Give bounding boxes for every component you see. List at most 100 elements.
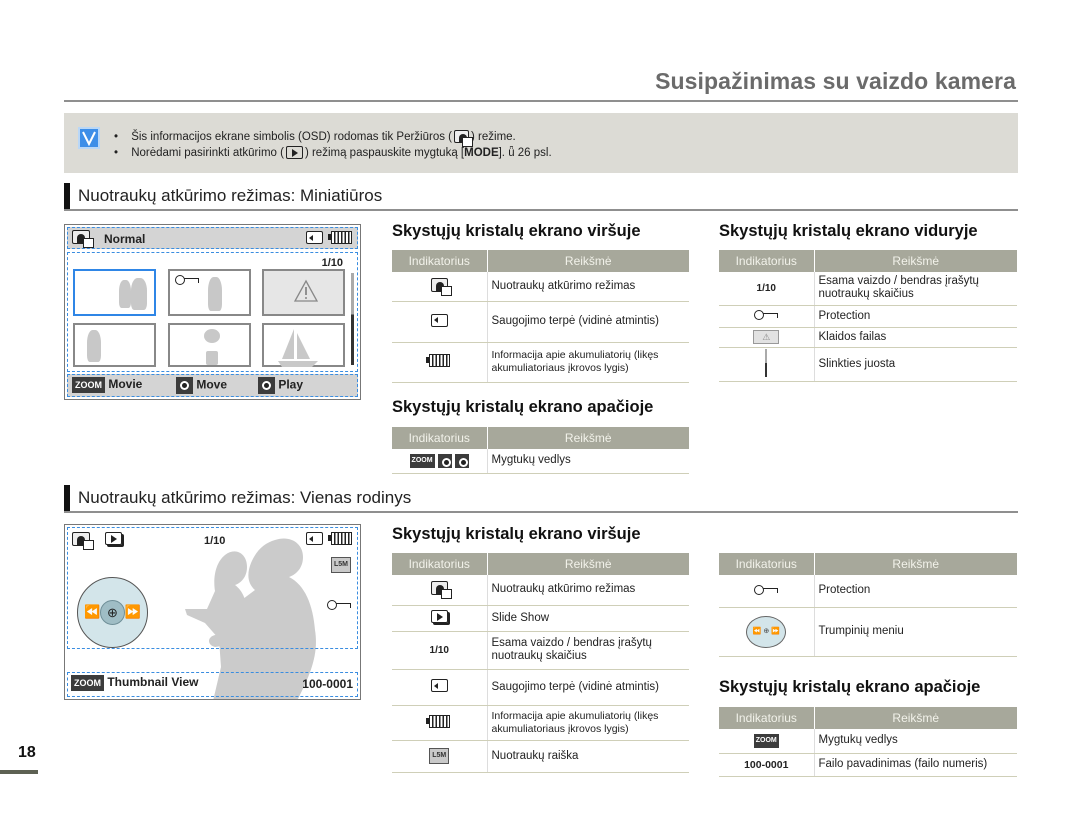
note-item: Šis informacijos ekrane simbolis (OSD) r…: [114, 129, 552, 148]
table-row: Nuotraukų atkūrimo režimas: [392, 272, 689, 302]
warning-icon: ⚠: [753, 330, 780, 344]
thumbnail[interactable]: [73, 269, 156, 316]
lcd-top-bar: Normal: [67, 227, 358, 249]
table-row: Saugojimo terpė (vidinė atmintis): [392, 301, 689, 343]
lcd-middle-area: 1/10: [67, 252, 358, 372]
table-row: ZOOM Mygtukų vedlys: [392, 449, 689, 474]
storage-card-icon: [306, 532, 323, 545]
thumbnail[interactable]: [262, 323, 345, 367]
zoom-button-icon: ZOOM: [72, 377, 105, 393]
page-title: Susipažinimas su vaizdo kamera: [655, 68, 1016, 94]
key-icon: [327, 600, 351, 610]
file-number: 100-0001: [302, 677, 353, 691]
table-row: 1/10 Esama vaizdo / bendras įrašytų nuotr…: [392, 631, 689, 670]
subheading-bottom: Skystųjų kristalų ekrano apačioje: [719, 678, 981, 696]
scrollbar-icon: [765, 348, 768, 377]
fast-forward-icon[interactable]: ⏩: [125, 604, 141, 620]
subheading-top: Skystųjų kristalų ekrano viršuje: [392, 525, 641, 543]
note-list: Šis informacijos ekrane simbolis (OSD) r…: [114, 129, 552, 161]
table-row: Informacija apie akumuliatorių (likęs ak…: [392, 705, 689, 741]
photo-playback-icon: [72, 532, 94, 550]
indicator-table-bottom: Indikatorius Reikšmė ZOOM Mygtukų vedlys 1…: [719, 707, 1017, 777]
subheading-middle: Skystųjų kristalų ekrano viduryje: [719, 222, 978, 240]
section-divider: [64, 511, 1018, 513]
indicator-table-top: Indikatorius Reikšmė Nuotraukų atkūrimo r…: [392, 553, 689, 773]
shortcut-dial[interactable]: ⏪ ⊕ ⏩: [77, 577, 148, 648]
lcd-top-area: 1/10 L5M ⏪ ⊕ ⏩: [67, 527, 358, 649]
zoom-button-icon: ZOOM: [753, 733, 779, 748]
table-row: ZOOM Mygtukų vedlys: [719, 729, 1017, 754]
table-row: 1/10 Esama vaizdo / bendras įrašytų nuotr…: [719, 272, 1017, 306]
subheading-bottom: Skystųjų kristalų ekrano apačioje: [392, 398, 654, 416]
resolution-icon: L5M: [429, 748, 450, 764]
zoom-button-icon: ZOOM: [409, 453, 435, 468]
zoom-in-icon[interactable]: ⊕: [100, 600, 125, 625]
resolution-icon: L5M: [331, 557, 351, 573]
battery-icon: [425, 354, 450, 367]
indicator-table-bottom: Indikatorius Reikšmė ZOOM Mygtukų vedlys: [392, 427, 689, 474]
image-counter: 1/10: [204, 535, 226, 547]
thumbnail[interactable]: [262, 269, 345, 316]
indicator-table-middle: Indikatorius Reikšmė 1/10 Esama vaizdo / b…: [719, 250, 1017, 382]
slideshow-icon: [430, 610, 448, 623]
key-icon: [754, 584, 779, 595]
table-row: Protection: [719, 575, 1017, 608]
table-row: ⏪ ⊕ ⏩ Trumpinių meniu: [719, 607, 1017, 657]
key-icon: [754, 310, 779, 320]
thumbnail[interactable]: [168, 269, 251, 316]
section-divider: [64, 209, 1018, 211]
lcd-bottom-bar: ZOOM Thumbnail View 100-0001: [67, 672, 358, 697]
table-row: 100-0001 Failo pavadinimas (failo numeris…: [719, 753, 1017, 777]
heading-bar: [64, 183, 70, 209]
guide-movie: ZOOM Movie: [72, 377, 142, 393]
table-row: Slide Show: [392, 605, 689, 632]
zoom-button-icon: ZOOM: [71, 675, 104, 691]
nav-play-icon: [454, 453, 469, 468]
table-row: Protection: [719, 305, 1017, 328]
guide-play: Play: [258, 377, 303, 394]
page-number-bar: [0, 770, 38, 774]
nav-play-icon: [258, 377, 275, 394]
lcd-single-view: 1/10 L5M ⏪ ⊕ ⏩ ZOOM Thumbnail View 100-0…: [64, 524, 361, 700]
thumbnail[interactable]: [168, 323, 251, 367]
note-box: Šis informacijos ekrane simbolis (OSD) r…: [64, 113, 1018, 173]
table-row: Saugojimo terpė (vidinė atmintis): [392, 669, 689, 706]
table-row: Nuotraukų atkūrimo režimas: [392, 575, 689, 606]
shortcut-dial-icon: ⏪ ⊕ ⏩: [746, 615, 787, 648]
table-row: L5M Nuotraukų raiška: [392, 740, 689, 773]
table-row: Slinkties juosta: [719, 347, 1017, 382]
title-divider: [64, 100, 1018, 102]
key-icon: [175, 275, 199, 285]
mode-label: Normal: [104, 232, 146, 246]
image-counter: 1/10: [321, 257, 343, 269]
rewind-icon[interactable]: ⏪: [84, 604, 100, 620]
play-icon: [285, 146, 303, 160]
warning-icon: [293, 279, 319, 302]
photo-playback-icon: [454, 130, 474, 148]
check-icon: [78, 127, 100, 149]
storage-card-icon: [430, 679, 448, 692]
photo-playback-icon: [430, 277, 452, 296]
photo-playback-icon: [430, 581, 452, 600]
lcd-thumbnail-view: Normal 1/10 ZOOM Movie Move Play: [64, 224, 361, 400]
indicator-table-top: Indikatorius Reikšmė Nuotraukų atkūrimo r…: [392, 250, 689, 383]
section-heading-thumbnails: Nuotraukų atkūrimo režimas: Miniatiūros: [64, 182, 382, 210]
slideshow-icon[interactable]: [105, 532, 122, 545]
page-number: 18: [18, 744, 36, 761]
battery-icon: [328, 532, 352, 545]
photo-playback-icon: [72, 230, 94, 248]
indicator-table-middle: Indikatorius Reikšmė Protection ⏪ ⊕ ⏩ Trum…: [719, 553, 1017, 657]
heading-bar: [64, 485, 70, 511]
storage-card-icon: [306, 231, 323, 244]
table-row: Informacija apie akumuliatorių (likęs ak…: [392, 342, 689, 383]
guide-thumbnail-view: ZOOM Thumbnail View: [71, 675, 198, 691]
nav-move-icon: [176, 377, 193, 394]
battery-icon: [328, 231, 352, 244]
guide-move: Move: [176, 377, 227, 394]
scrollbar[interactable]: [351, 273, 354, 365]
section-heading-single-view: Nuotraukų atkūrimo režimas: Vienas rodin…: [64, 484, 411, 512]
subheading-top: Skystųjų kristalų ekrano viršuje: [392, 222, 641, 240]
thumbnail[interactable]: [73, 323, 156, 367]
lcd-bottom-bar: ZOOM Movie Move Play: [67, 374, 358, 397]
storage-card-icon: [430, 313, 448, 327]
